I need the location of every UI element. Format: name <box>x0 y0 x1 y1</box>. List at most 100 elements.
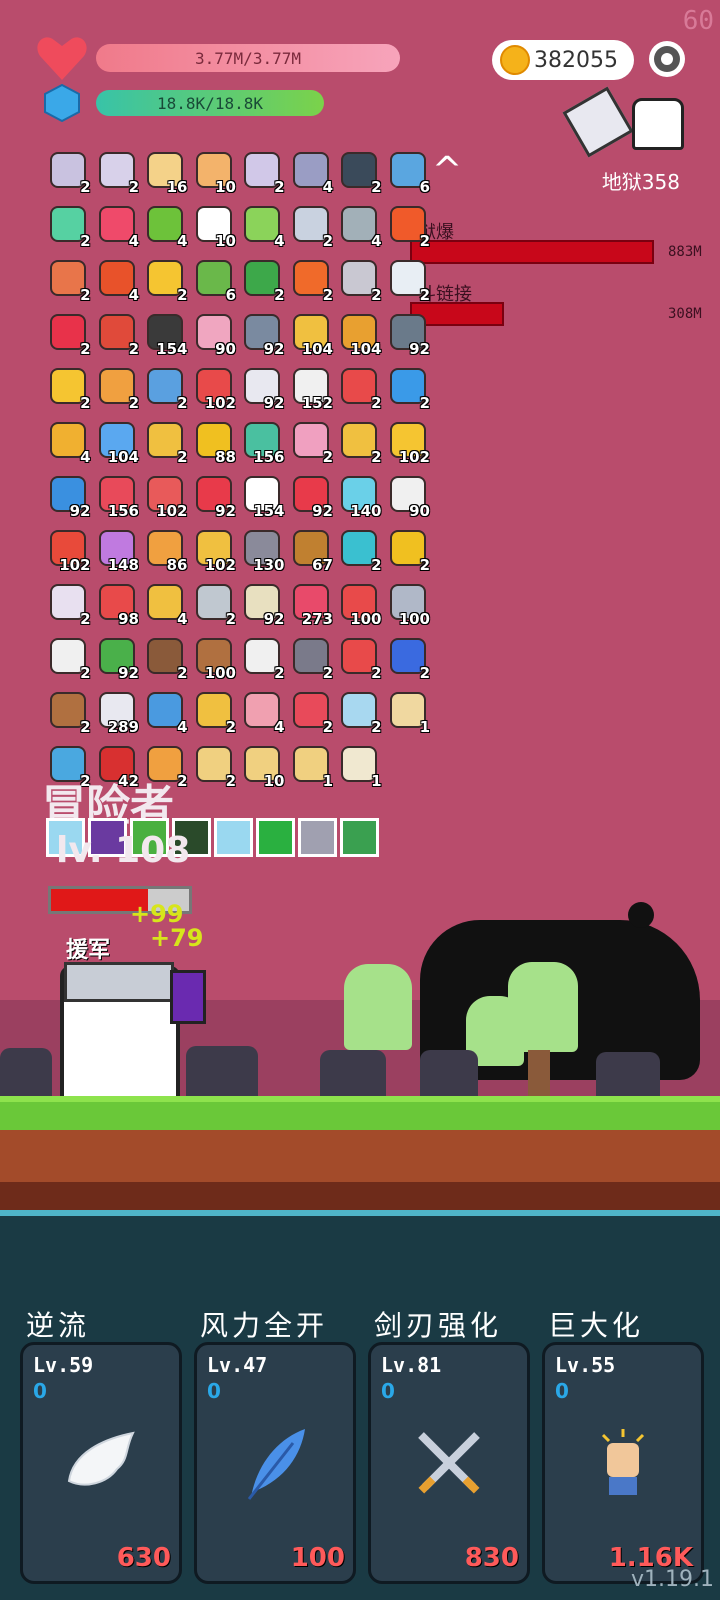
inventory-item[interactable]: 6 <box>384 148 433 202</box>
inventory-item[interactable]: 2 <box>93 148 142 202</box>
inventory-item[interactable]: 104 <box>93 418 142 472</box>
inventory-item[interactable]: 2 <box>141 256 190 310</box>
inventory-item[interactable]: 102 <box>44 526 93 580</box>
inventory-item[interactable]: 4 <box>141 580 190 634</box>
inventory-item[interactable]: 102 <box>190 526 239 580</box>
inventory-item[interactable]: 2 <box>335 364 384 418</box>
inventory-item[interactable]: 156 <box>93 472 142 526</box>
inventory-item[interactable]: 104 <box>335 310 384 364</box>
inventory-item[interactable]: 102 <box>384 418 433 472</box>
inventory-item[interactable]: 2 <box>44 148 93 202</box>
inventory-item[interactable]: 10 <box>238 742 287 796</box>
inventory-item[interactable]: 2 <box>287 688 336 742</box>
ghost-boss-icon[interactable] <box>632 98 684 150</box>
inventory-item[interactable]: 2 <box>335 418 384 472</box>
buff-icon[interactable] <box>298 818 337 857</box>
inventory-item[interactable]: 152 <box>287 364 336 418</box>
buff-icon[interactable] <box>214 818 253 857</box>
inventory-item[interactable]: 2 <box>44 364 93 418</box>
inventory-item[interactable]: 90 <box>384 472 433 526</box>
inventory-item[interactable]: 2 <box>190 688 239 742</box>
inventory-item[interactable]: 4 <box>238 202 287 256</box>
inventory-item[interactable]: 2 <box>384 256 433 310</box>
inventory-item[interactable]: 130 <box>238 526 287 580</box>
inventory-item[interactable]: 2 <box>238 634 287 688</box>
inventory-item[interactable]: 2 <box>335 256 384 310</box>
inventory-item[interactable]: 86 <box>141 526 190 580</box>
inventory-item[interactable]: 10 <box>190 148 239 202</box>
inventory-item[interactable]: 1 <box>384 688 433 742</box>
inventory-item[interactable]: 2 <box>141 364 190 418</box>
inventory-item[interactable]: 4 <box>141 688 190 742</box>
collapse-chevron-icon[interactable]: ^ <box>432 150 462 191</box>
inventory-item[interactable]: 2 <box>190 742 239 796</box>
inventory-item[interactable]: 102 <box>190 364 239 418</box>
inventory-item[interactable]: 1 <box>287 742 336 796</box>
inventory-item[interactable]: 102 <box>141 472 190 526</box>
inventory-item[interactable]: 2 <box>141 634 190 688</box>
inventory-item[interactable]: 2 <box>335 634 384 688</box>
inventory-item[interactable]: 156 <box>238 418 287 472</box>
inventory-item[interactable]: 289 <box>93 688 142 742</box>
inventory-item[interactable]: 100 <box>384 580 433 634</box>
inventory-item[interactable]: 92 <box>44 472 93 526</box>
inventory-item[interactable]: 2 <box>287 202 336 256</box>
inventory-item[interactable]: 4 <box>44 418 93 472</box>
inventory-item[interactable]: 2 <box>384 526 433 580</box>
inventory-item[interactable]: 2 <box>287 418 336 472</box>
inventory-item[interactable]: 140 <box>335 472 384 526</box>
inventory-item[interactable]: 2 <box>238 148 287 202</box>
inventory-item[interactable]: 2 <box>384 364 433 418</box>
inventory-item[interactable]: 2 <box>93 310 142 364</box>
inventory-item[interactable]: 88 <box>190 418 239 472</box>
buff-icon[interactable] <box>340 818 379 857</box>
inventory-item[interactable]: 2 <box>93 364 142 418</box>
inventory-item[interactable]: 273 <box>287 580 336 634</box>
inventory-item[interactable]: 92 <box>384 310 433 364</box>
skill-card-4[interactable]: Lv.55 0 1.16K <box>542 1342 704 1584</box>
inventory-item[interactable]: 2 <box>141 418 190 472</box>
buff-icon[interactable] <box>256 818 295 857</box>
inventory-item[interactable]: 2 <box>384 634 433 688</box>
inventory-item[interactable]: 2 <box>287 256 336 310</box>
inventory-item[interactable]: 10 <box>190 202 239 256</box>
inventory-item[interactable]: 4 <box>141 202 190 256</box>
inventory-item[interactable]: 92 <box>238 580 287 634</box>
inventory-item[interactable]: 2 <box>44 310 93 364</box>
skill-card-1[interactable]: Lv.59 0 630 <box>20 1342 182 1584</box>
inventory-item[interactable]: 98 <box>93 580 142 634</box>
inventory-item[interactable]: 4 <box>335 202 384 256</box>
inventory-item[interactable]: 2 <box>44 580 93 634</box>
inventory-item[interactable]: 2 <box>44 688 93 742</box>
gear-icon[interactable] <box>646 38 688 80</box>
inventory-item[interactable]: 100 <box>335 580 384 634</box>
inventory-item[interactable]: 2 <box>335 688 384 742</box>
inventory-item[interactable]: 1 <box>335 742 384 796</box>
inventory-item[interactable]: 4 <box>238 688 287 742</box>
inventory-item[interactable]: 4 <box>287 148 336 202</box>
inventory-item[interactable]: 154 <box>238 472 287 526</box>
inventory-item[interactable]: 2 <box>335 148 384 202</box>
inventory-item[interactable]: 92 <box>287 472 336 526</box>
inventory-item[interactable]: 2 <box>287 634 336 688</box>
inventory-item[interactable]: 100 <box>190 634 239 688</box>
inventory-item[interactable]: 154 <box>141 310 190 364</box>
inventory-item[interactable]: 4 <box>93 202 142 256</box>
inventory-item[interactable]: 2 <box>44 202 93 256</box>
inventory-item[interactable]: 2 <box>44 256 93 310</box>
inventory-item[interactable]: 2 <box>238 256 287 310</box>
inventory-item[interactable]: 2 <box>384 202 433 256</box>
inventory-item[interactable]: 104 <box>287 310 336 364</box>
inventory-item[interactable]: 2 <box>190 580 239 634</box>
inventory-item[interactable]: 90 <box>190 310 239 364</box>
inventory-item[interactable]: 67 <box>287 526 336 580</box>
inventory-item[interactable]: 4 <box>93 256 142 310</box>
inventory-item[interactable]: 92 <box>93 634 142 688</box>
inventory-item[interactable]: 16 <box>141 148 190 202</box>
inventory-item[interactable]: 92 <box>238 364 287 418</box>
inventory-item[interactable]: 6 <box>190 256 239 310</box>
inventory-item[interactable]: 92 <box>238 310 287 364</box>
inventory-item[interactable]: 2 <box>44 634 93 688</box>
inventory-item[interactable]: 2 <box>335 526 384 580</box>
inventory-item[interactable]: 92 <box>190 472 239 526</box>
